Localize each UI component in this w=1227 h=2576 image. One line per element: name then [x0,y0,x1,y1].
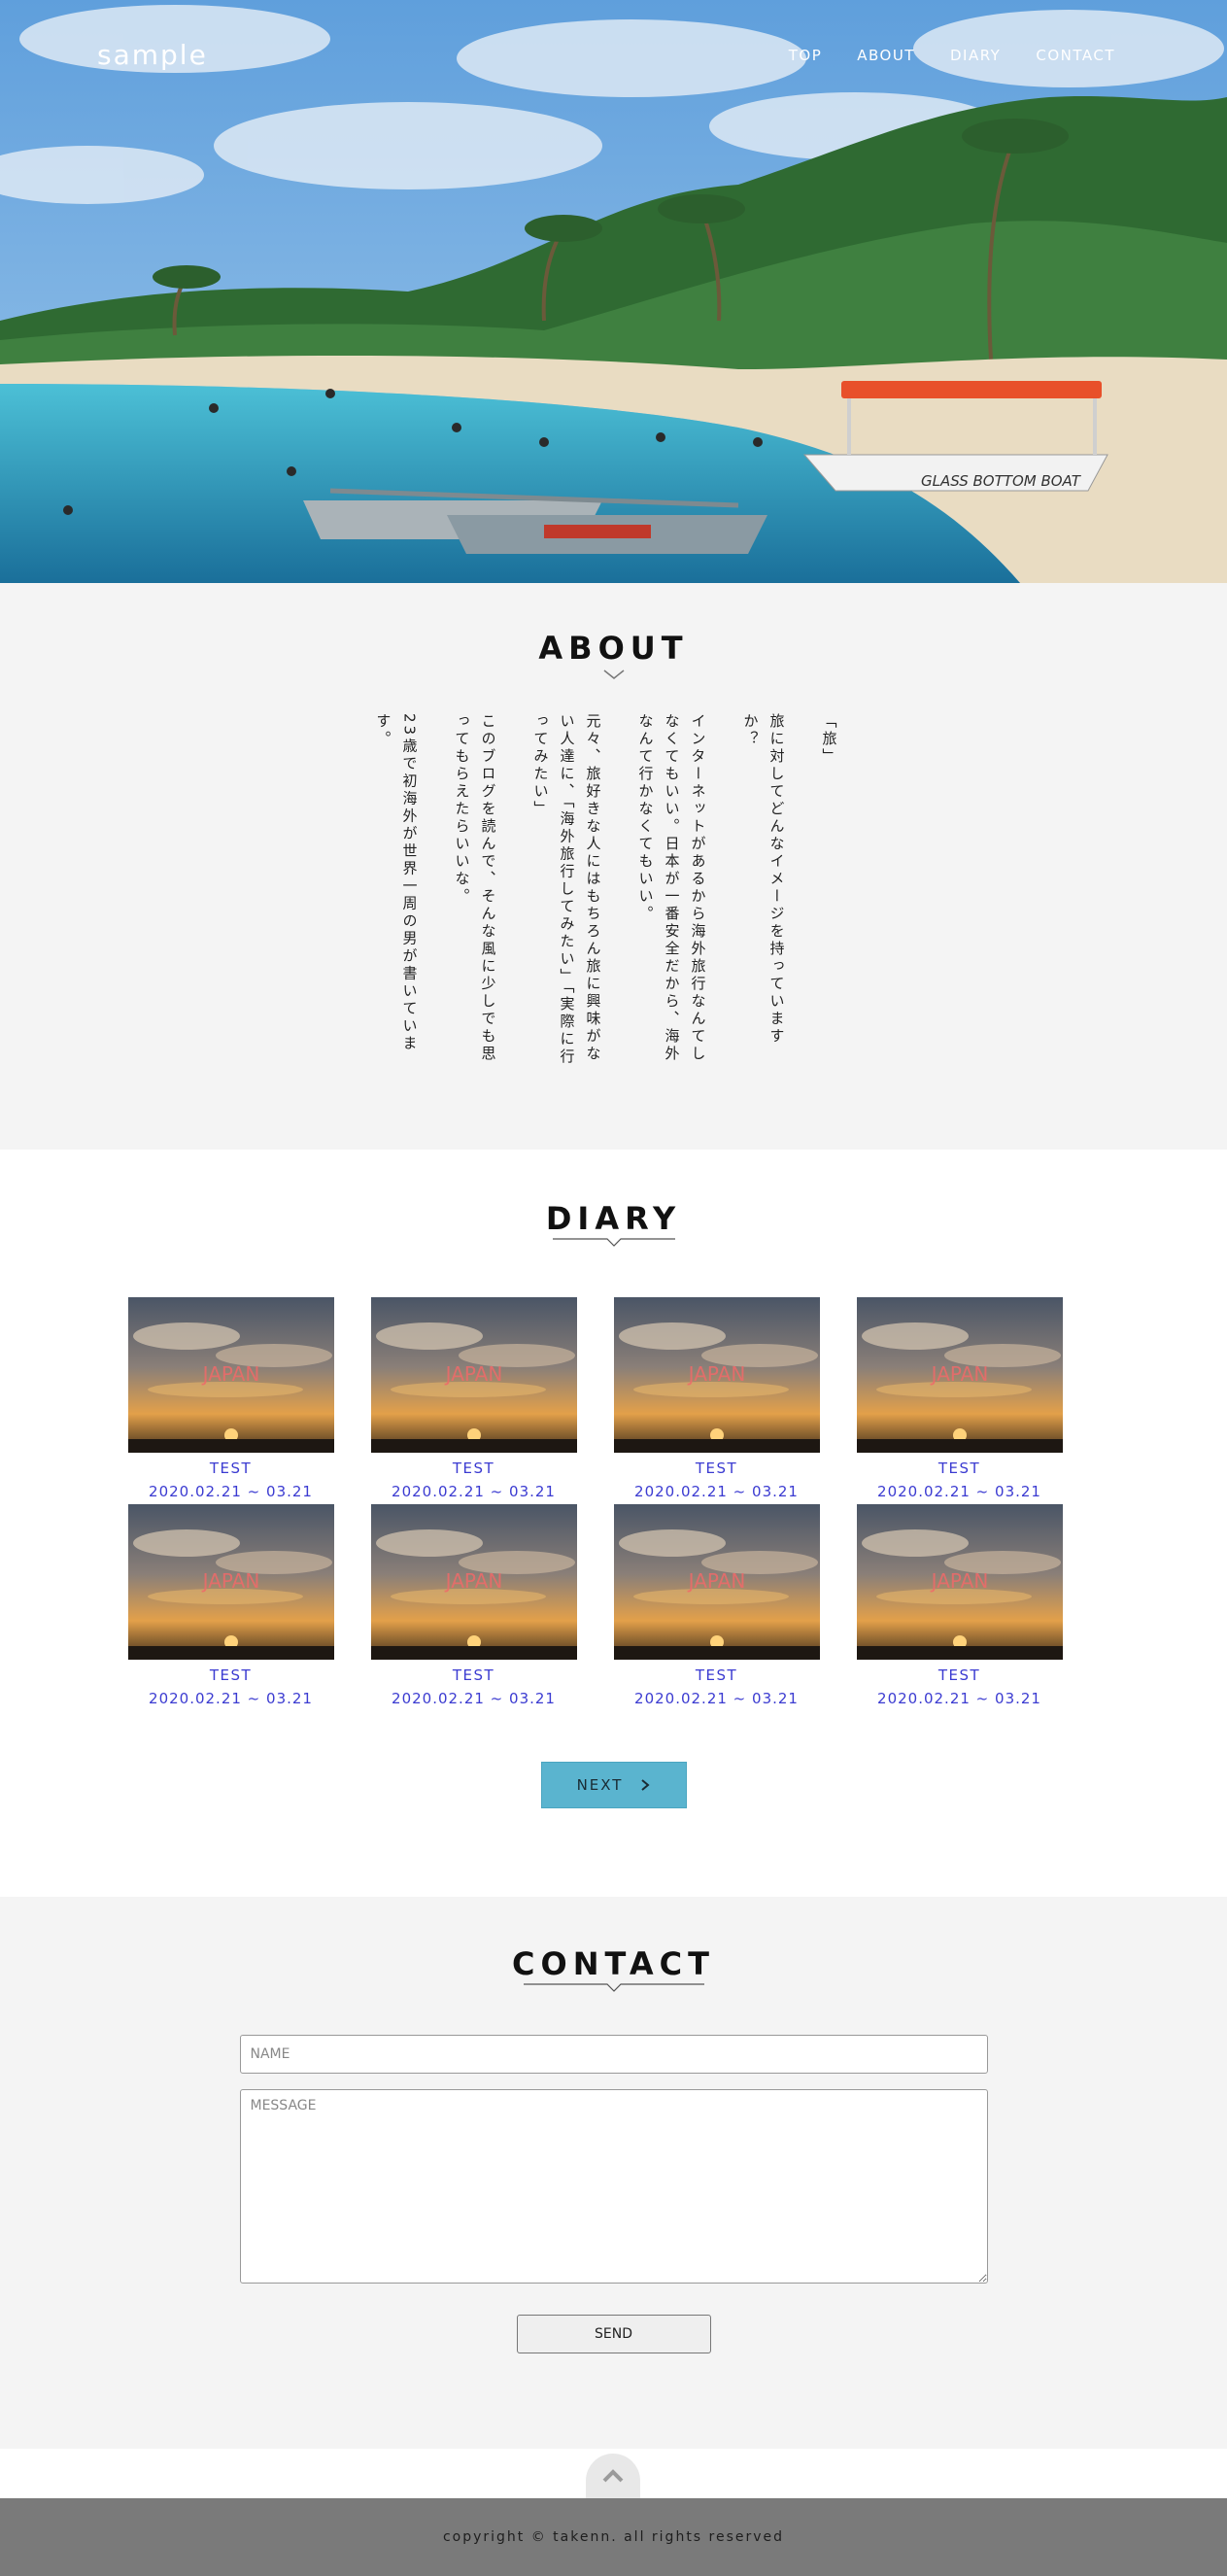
diary-card-title[interactable]: TEST [128,1460,334,1477]
diary-card-date[interactable]: 2020.02.21 ~ 03.21 [614,1690,820,1707]
nav-top[interactable]: TOP [789,47,823,64]
diary-thumbnail: JAPAN [856,1504,1063,1660]
diary-card-date[interactable]: 2020.02.21 ~ 03.21 [371,1483,577,1500]
site-footer: copyright © takenn. all rights reserved [0,2498,1227,2576]
thumbnail-overlay-text: JAPAN [200,1569,259,1593]
hero-beach-image: GLASS BOTTOM BOAT [0,0,1227,583]
diary-card-date[interactable]: 2020.02.21 ~ 03.21 [857,1690,1063,1707]
about-paragraph: このブログを読んで、そんな風に少しでも思ってもらえたらいいな。 [453,713,497,1063]
to-top-button[interactable] [586,2454,640,2498]
diary-section: DIARY JAPAN TEST 2020.02.21 ~ 03.21 JAPAN TE… [0,1150,1227,1897]
about-paragraph: 旅に対してどんなイメージを持っていますか？ [741,713,786,1046]
diary-card-date[interactable]: 2020.02.21 ~ 03.21 [857,1483,1063,1500]
contact-section: CONTACT SEND [0,1897,1227,2449]
diary-card-title[interactable]: TEST [371,1666,577,1684]
thumbnail-overlay-text: JAPAN [929,1569,988,1593]
diary-title: DIARY [545,1200,682,1237]
diary-card[interactable]: JAPAN TEST 2020.02.21 ~ 03.21 [856,1504,1063,1707]
diary-card-date[interactable]: 2020.02.21 ~ 03.21 [371,1690,577,1707]
about-paragraph: 元々、旅好きな人にはもちろん旅に興味がない人達に、「海外旅行してみたい」「実際に… [531,713,602,1066]
about-section: ABOUT 「旅」 旅に対してどんなイメージを持っていますか？ インターネットが… [0,583,1227,1150]
diary-thumbnail: JAPAN [370,1297,577,1453]
diary-card[interactable]: JAPAN TEST 2020.02.21 ~ 03.21 [127,1504,334,1707]
thumbnail-overlay-text: JAPAN [443,1362,502,1386]
about-vertical-text: 「旅」 旅に対してどんなイメージを持っていますか？ インターネットがあるから海外… [375,713,842,1073]
diary-card-date[interactable]: 2020.02.21 ~ 03.21 [128,1690,334,1707]
diary-card-title[interactable]: TEST [614,1666,820,1684]
thumbnail-overlay-text: JAPAN [929,1362,988,1386]
chevron-up-icon [602,2469,624,2483]
diary-thumbnail: JAPAN [127,1504,334,1660]
chevron-down-icon [603,670,624,679]
about-paragraph: インターネットがあるから海外旅行なんてしなくてもいい。日本が一番安全だから、海外… [636,713,707,1063]
title-underline-chevron-icon [552,1238,675,1247]
diary-card-title[interactable]: TEST [857,1460,1063,1477]
diary-card-title[interactable]: TEST [128,1666,334,1684]
diary-grid: JAPAN TEST 2020.02.21 ~ 03.21 JAPAN TEST 2020… [127,1297,1100,1707]
hero-boat-text: GLASS BOTTOM BOAT [921,472,1082,490]
diary-card-date[interactable]: 2020.02.21 ~ 03.21 [614,1483,820,1500]
site-logo[interactable]: sample [97,39,208,71]
thumbnail-overlay-text: JAPAN [686,1362,745,1386]
diary-card-title[interactable]: TEST [371,1460,577,1477]
diary-card-title[interactable]: TEST [614,1460,820,1477]
diary-thumbnail: JAPAN [370,1504,577,1660]
thumbnail-overlay-text: JAPAN [200,1362,259,1386]
diary-card[interactable]: JAPAN TEST 2020.02.21 ~ 03.21 [613,1504,820,1707]
contact-form: SEND [239,2035,988,2353]
about-title: ABOUT [538,630,689,667]
diary-thumbnail: JAPAN [127,1297,334,1453]
nav-diary[interactable]: DIARY [950,47,1001,64]
diary-card[interactable]: JAPAN TEST 2020.02.21 ~ 03.21 [127,1297,334,1500]
diary-card[interactable]: JAPAN TEST 2020.02.21 ~ 03.21 [856,1297,1063,1500]
diary-card-date[interactable]: 2020.02.21 ~ 03.21 [128,1483,334,1500]
next-button[interactable]: NEXT [540,1762,687,1808]
name-field[interactable] [239,2035,988,2074]
next-button-label: NEXT [576,1776,624,1794]
thumbnail-overlay-text: JAPAN [686,1569,745,1593]
hero-section: GLASS BOTTOM BOAT sample TOP ABOUT DIARY… [0,0,1227,583]
diary-card[interactable]: JAPAN TEST 2020.02.21 ~ 03.21 [613,1297,820,1500]
main-nav: TOP ABOUT DIARY CONTACT [789,47,1115,64]
contact-title: CONTACT [512,1945,715,1982]
nav-about[interactable]: ABOUT [857,47,915,64]
thumbnail-overlay-text: JAPAN [443,1569,502,1593]
message-field[interactable] [239,2089,988,2284]
diary-card[interactable]: JAPAN TEST 2020.02.21 ~ 03.21 [370,1297,577,1500]
title-underline-chevron-icon [523,1983,704,1992]
copyright-text: copyright © takenn. all rights reserved [442,2529,785,2545]
diary-thumbnail: JAPAN [613,1504,820,1660]
diary-card-title[interactable]: TEST [857,1666,1063,1684]
send-button[interactable]: SEND [516,2315,711,2353]
about-paragraph: 23歳で初海外が世界一周の男が書いています。 [374,713,419,1053]
chevron-right-icon [641,1779,650,1791]
nav-contact[interactable]: CONTACT [1036,47,1115,64]
diary-thumbnail: JAPAN [613,1297,820,1453]
to-top-band [0,2449,1227,2498]
diary-thumbnail: JAPAN [856,1297,1063,1453]
about-paragraph: 「旅」 [820,713,838,766]
diary-card[interactable]: JAPAN TEST 2020.02.21 ~ 03.21 [370,1504,577,1707]
